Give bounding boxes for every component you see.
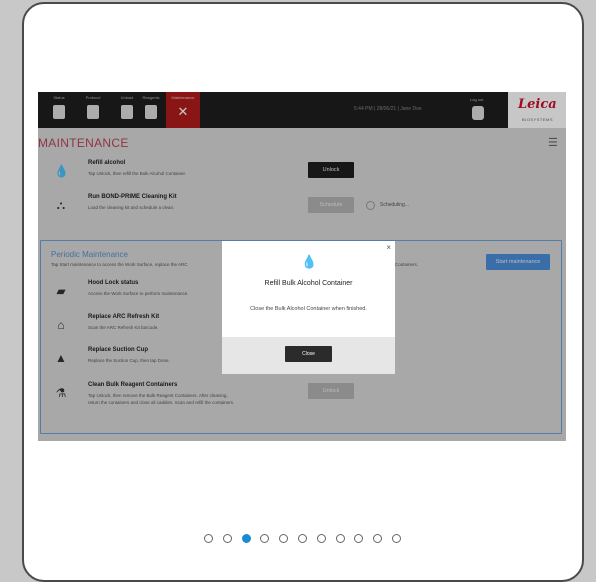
close-icon[interactable]: ×: [386, 243, 391, 252]
dialog-message: Close the Bulk Alcohol Container when fi…: [250, 306, 367, 312]
close-button[interactable]: Close: [285, 346, 332, 362]
alcohol-drop-icon: 💧: [301, 254, 318, 269]
dialog-footer: Close: [222, 337, 395, 374]
pagination-dot[interactable]: [316, 534, 326, 543]
pagination-dot[interactable]: [298, 534, 307, 543]
pagination-dot[interactable]: [204, 534, 213, 543]
app-screen: Status Protocol Unload Reagents Maintena…: [38, 92, 566, 441]
pagination-dot[interactable]: [222, 534, 232, 543]
pagination-dot[interactable]: [335, 534, 345, 543]
pagination-dot[interactable]: [392, 534, 401, 543]
refill-dialog: × 💧 Refill Bulk Alcohol Container Close …: [222, 241, 395, 374]
pagination-dot[interactable]: [241, 534, 251, 543]
dialog-title: Refill Bulk Alcohol Container: [264, 280, 353, 287]
